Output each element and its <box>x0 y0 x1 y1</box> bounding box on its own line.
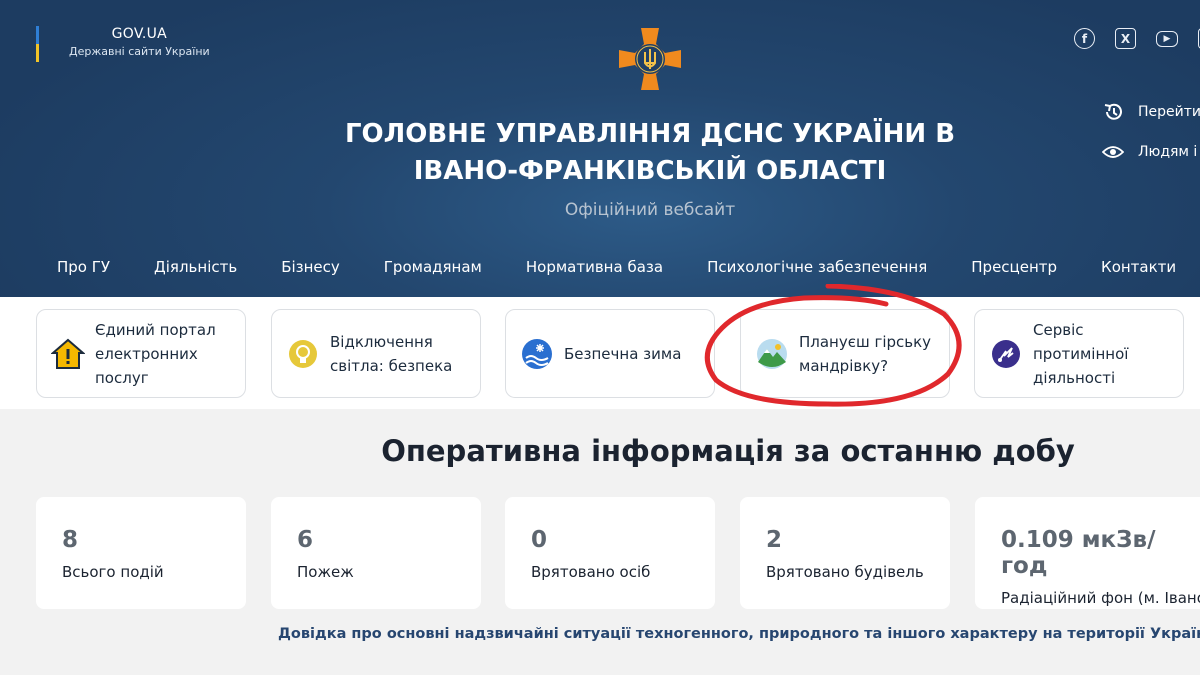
stat-card-rescued-buildings: 2 Врятовано будівель <box>740 497 950 609</box>
demining-icon <box>989 337 1023 371</box>
stat-value: 6 <box>297 527 314 553</box>
accessibility-links: Перейти Людям і <box>1102 100 1200 180</box>
side-link-label: Людям і <box>1138 144 1198 160</box>
quick-card-label: електронних <box>95 344 198 363</box>
nav-item-psychological[interactable]: Психологічне забезпечення <box>707 258 927 276</box>
quick-card-safe-winter[interactable]: Безпечна зима <box>505 309 715 398</box>
stat-card-fires: 6 Пожеж <box>271 497 481 609</box>
side-link-label: Перейти <box>1138 104 1200 120</box>
stat-value: 0.109 мкЗв/год <box>1001 527 1156 579</box>
operative-info-title: Оперативна інформація за останню добу <box>381 434 1075 468</box>
main-nav: Про ГУ Діяльність Бізнесу Громадянам Нор… <box>0 258 1200 276</box>
stat-value: 0 <box>531 527 548 553</box>
quick-card-services[interactable]: Єдиний портал електронних послуг <box>36 309 246 398</box>
stat-label: Пожеж <box>297 563 354 581</box>
warning-house-icon <box>51 337 85 371</box>
facebook-icon[interactable]: f <box>1074 28 1095 49</box>
nav-item-press[interactable]: Пресцентр <box>971 258 1057 276</box>
nav-item-activity[interactable]: Діяльність <box>154 258 237 276</box>
winter-icon <box>520 337 554 371</box>
nav-item-about[interactable]: Про ГУ <box>57 258 110 276</box>
reference-link-text[interactable]: Довідка про основні надзвичайні ситуації… <box>278 626 1200 642</box>
stat-value: 2 <box>766 527 783 553</box>
stat-value: 8 <box>62 527 79 553</box>
quick-card-power-outage[interactable]: Відключення світла: безпека <box>271 309 481 398</box>
history-icon <box>1102 101 1124 123</box>
page-title: ГОЛОВНЕ УПРАВЛІННЯ ДСНС УКРАЇНИ В ІВАНО-… <box>344 119 956 186</box>
nav-item-business[interactable]: Бізнесу <box>281 258 340 276</box>
quick-card-label: Єдиний портал <box>95 320 216 339</box>
stat-card-rescued-people: 0 Врятовано осіб <box>505 497 715 609</box>
quick-card-label: діяльності <box>1033 368 1116 387</box>
stat-label: Врятовано осіб <box>531 563 651 581</box>
eye-icon <box>1102 145 1124 159</box>
gov-ua-name: GOV.UA <box>111 26 168 42</box>
gov-ua-subtitle: Державні сайти України <box>69 45 210 58</box>
quick-card-label: Відключення <box>330 332 433 351</box>
nav-item-regulations[interactable]: Нормативна база <box>526 258 663 276</box>
stat-label: Радіаційний фон (м. Івано <box>1001 589 1200 607</box>
stat-label: Всього подій <box>62 563 164 581</box>
side-link-accessibility[interactable]: Людям і <box>1102 140 1200 164</box>
lightbulb-icon <box>286 337 320 371</box>
nav-item-contacts[interactable]: Контакти <box>1101 258 1176 276</box>
quick-card-label: Безпечна зима <box>564 344 682 363</box>
quick-card-label: Плануєш гірську <box>799 332 932 351</box>
mountain-icon <box>755 337 789 371</box>
quick-card-label: послуг <box>95 368 149 387</box>
social-links: f X ▶ <box>1074 28 1200 49</box>
stat-label: Врятовано будівель <box>766 563 924 581</box>
quick-card-demining[interactable]: Сервіс протимінної діяльності <box>974 309 1184 398</box>
quick-card-label: Сервіс протимінної <box>1033 320 1129 363</box>
quick-links-bar: Єдиний портал електронних послуг Відключ… <box>0 297 1200 409</box>
youtube-icon[interactable]: ▶ <box>1156 31 1178 47</box>
quick-card-label: світла: безпека <box>330 356 453 375</box>
quick-card-mountain-trip[interactable]: Плануєш гірську мандрівку? <box>740 309 950 398</box>
side-link-previous[interactable]: Перейти <box>1102 100 1200 124</box>
stat-card-events: 8 Всього подій <box>36 497 246 609</box>
emergency-reference-link[interactable]: Довідка про основні надзвичайні ситуації… <box>278 622 1200 646</box>
quick-card-label: мандрівку? <box>799 356 889 375</box>
site-header: GOV.UA Державні сайти України ГОЛОВНЕ УП… <box>0 0 1200 297</box>
site-subtitle: Офіційний вебсайт <box>564 200 736 220</box>
nav-item-citizens[interactable]: Громадянам <box>384 258 482 276</box>
gov-ua-link[interactable]: GOV.UA Державні сайти України <box>36 26 210 62</box>
stat-card-radiation: 0.109 мкЗв/год Радіаційний фон (м. Івано <box>975 497 1200 609</box>
dsns-emblem-icon[interactable] <box>617 26 683 92</box>
ukraine-flag-bar <box>36 26 39 62</box>
x-icon[interactable]: X <box>1115 28 1136 49</box>
